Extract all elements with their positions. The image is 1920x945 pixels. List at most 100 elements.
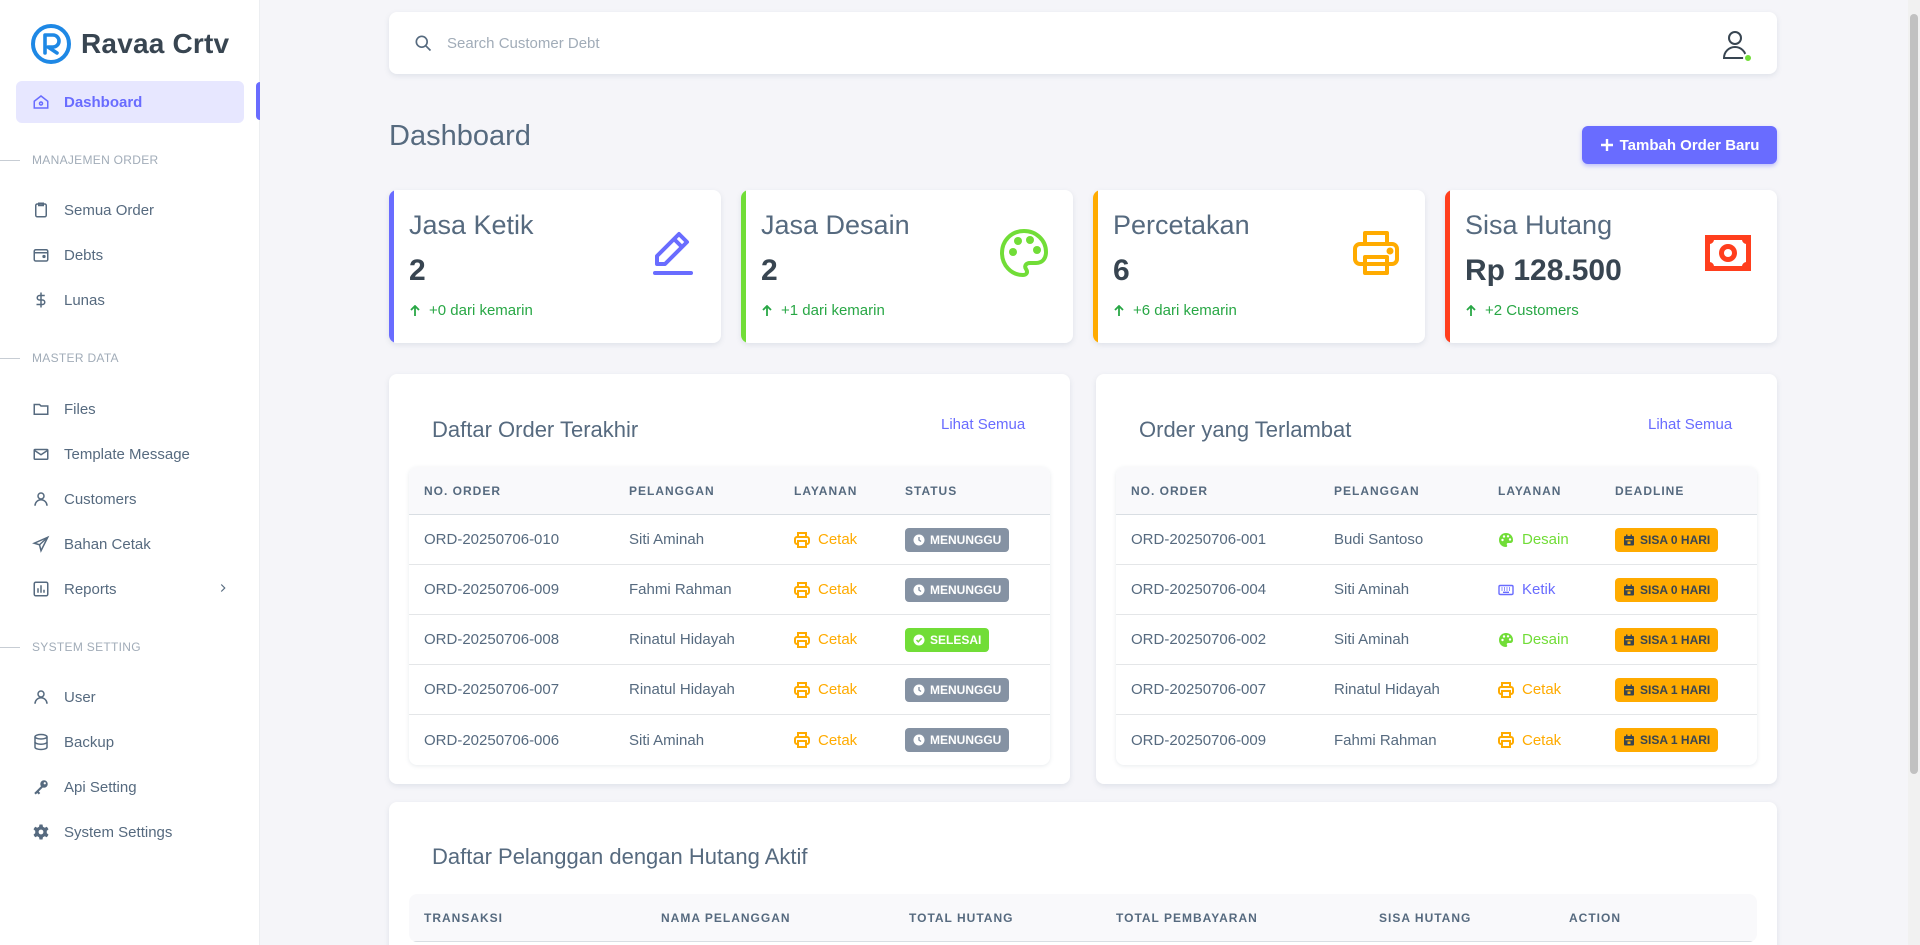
add-order-button[interactable]: Tambah Order Baru	[1582, 126, 1777, 164]
database-icon	[32, 733, 50, 751]
status-cell: MENUNGGU	[890, 728, 1050, 752]
sidebar-item-label: Lunas	[64, 291, 105, 309]
service-text: Cetak	[818, 581, 858, 598]
stat-change-text: +2 Customers	[1485, 302, 1579, 319]
sidebar-item-backup[interactable]: Backup	[16, 721, 244, 763]
stat-accent-bar	[1445, 190, 1450, 343]
search-input[interactable]	[447, 30, 1047, 56]
sidebar-item-label: Bahan Cetak	[64, 535, 151, 553]
arrow-up-icon	[762, 304, 772, 316]
status-badge: MENUNGGU	[905, 728, 1010, 752]
mail-icon	[32, 445, 50, 463]
stat-change: +0 dari kemarin	[409, 302, 533, 319]
sidebar: Ravaa Crtv Dashboard MANAJEMEN ORDER Sem…	[0, 0, 260, 945]
service-label: Cetak	[794, 581, 857, 598]
order-number: ORD-20250706-009	[424, 581, 560, 598]
recent-orders-panel: Daftar Order Terakhir Lihat Semua NO. OR…	[389, 374, 1070, 784]
column-header: LAYANAN	[794, 483, 858, 498]
status-badge: MENUNGGU	[905, 577, 1010, 602]
service-label: Desain	[1498, 631, 1569, 648]
late-orders-table: NO. ORDER PELANGGAN LAYANAN DEADLINE ORD…	[1116, 467, 1757, 765]
deadline-text: SISA 1 HARI	[1640, 682, 1711, 697]
arrow-up-icon	[1114, 304, 1124, 316]
stat-value: 2	[761, 254, 778, 287]
brand[interactable]: Ravaa Crtv	[31, 24, 229, 64]
sidebar-item-user[interactable]: User	[16, 676, 244, 718]
brand-name: Ravaa Crtv	[81, 28, 230, 59]
deadline-text: SISA 1 HARI	[1640, 733, 1711, 747]
palette-icon	[999, 228, 1049, 278]
check-circle-icon	[913, 634, 925, 645]
order-number: ORD-20250706-007	[424, 681, 560, 698]
online-status-dot	[1743, 53, 1753, 63]
table-row[interactable]: ORD-20250706-002 Siti Aminah Desain SISA 1 …	[1116, 615, 1757, 665]
table-row[interactable]: ORD-20250706-010 Siti Aminah Cetak MENUNGGU	[409, 515, 1050, 565]
table-header: NO. ORDER PELANGGAN LAYANAN DEADLINE	[1116, 467, 1757, 515]
order-number: ORD-20250706-009	[1131, 731, 1267, 749]
sidebar-item-files[interactable]: Files	[16, 388, 244, 430]
customer-name: Fahmi Rahman	[629, 581, 732, 598]
search-icon	[415, 35, 432, 52]
key-icon	[32, 778, 50, 796]
column-header: STATUS	[905, 483, 958, 498]
sidebar-item-customers[interactable]: Customers	[16, 478, 244, 520]
table-row[interactable]: ORD-20250706-009 Fahmi Rahman Cetak MENUNGG…	[409, 565, 1050, 615]
sidebar-item-system-settings[interactable]: System Settings	[16, 811, 244, 853]
printer-icon	[1498, 732, 1514, 748]
service-cell: Cetak	[779, 681, 890, 698]
sidebar-item-semua-order[interactable]: Semua Order	[16, 189, 244, 231]
stat-card-percetakan: Percetakan 6 +6 dari kemarin	[1093, 190, 1425, 343]
calendar-icon	[1624, 584, 1634, 595]
service-cell: Desain	[1483, 631, 1600, 648]
sidebar-item-debts[interactable]: Debts	[16, 234, 244, 276]
customer-name: Rinatul Hidayah	[629, 631, 735, 648]
sidebar-item-lunas[interactable]: Lunas	[16, 279, 244, 321]
stat-change: +2 Customers	[1465, 302, 1579, 319]
topbar	[389, 12, 1777, 74]
page-title: Dashboard	[389, 120, 531, 152]
sidebar-item-label: Customers	[64, 490, 137, 508]
home-icon	[32, 93, 50, 111]
see-all-recent-link[interactable]: Lihat Semua	[941, 416, 1025, 433]
brand-logo-icon	[31, 24, 71, 64]
page-scrollbar[interactable]	[1908, 0, 1920, 945]
stat-accent-bar	[1093, 190, 1098, 343]
section-header-master: MASTER DATA	[0, 348, 260, 368]
pencil-icon	[653, 232, 693, 275]
chevron-right-icon	[220, 584, 226, 592]
status-cell: MENUNGGU	[890, 677, 1050, 702]
status-badge: SELESAI	[905, 627, 990, 652]
sidebar-item-template-message[interactable]: Template Message	[16, 433, 244, 475]
status-cell: MENUNGGU	[890, 577, 1050, 602]
table-row[interactable]: ORD-20250706-006 Siti Aminah Cetak MENUNGGU	[409, 715, 1050, 765]
folder-icon	[32, 400, 50, 418]
deadline-cell: SISA 1 HARI	[1600, 728, 1757, 752]
see-all-late-link[interactable]: Lihat Semua	[1648, 416, 1732, 433]
table-row[interactable]: ORD-20250706-007 Rinatul Hidayah Cetak SISA…	[1116, 665, 1757, 715]
table-row[interactable]: ORD-20250706-009 Fahmi Rahman Cetak SISA 1 …	[1116, 715, 1757, 765]
panel-title: Daftar Order Terakhir	[432, 417, 639, 442]
order-number: ORD-20250706-006	[424, 731, 560, 749]
printer-icon	[1498, 681, 1514, 698]
sidebar-item-api-setting[interactable]: Api Setting	[16, 766, 244, 808]
service-text: Cetak	[818, 531, 858, 548]
table-row[interactable]: ORD-20250706-004 Siti Aminah Ketik SISA 0 H…	[1116, 565, 1757, 615]
service-cell: Cetak	[779, 732, 890, 749]
sidebar-item-bahan-cetak[interactable]: Bahan Cetak	[16, 523, 244, 565]
stat-title: Jasa Ketik	[409, 210, 534, 240]
customer-name: Budi Santoso	[1334, 531, 1424, 548]
scrollbar-thumb[interactable]	[1910, 14, 1918, 774]
table-row[interactable]: ORD-20250706-001 Budi Santoso Desain SISA 0…	[1116, 515, 1757, 565]
user-icon	[32, 490, 50, 508]
stat-change-text: +6 dari kemarin	[1133, 302, 1237, 319]
dollar-icon	[32, 291, 50, 309]
table-row[interactable]: ORD-20250706-007 Rinatul Hidayah Cetak MENU…	[409, 665, 1050, 715]
service-label: Cetak	[794, 681, 857, 698]
table-row[interactable]: ORD-20250706-008 Rinatul Hidayah Cetak SELE…	[409, 615, 1050, 665]
printer-icon	[794, 732, 810, 748]
status-text: MENUNGGU	[930, 733, 1002, 747]
sidebar-item-dashboard[interactable]: Dashboard	[16, 81, 244, 123]
deadline-cell: SISA 1 HARI	[1600, 677, 1757, 702]
column-header: NO. ORDER	[1131, 483, 1209, 498]
sidebar-item-reports[interactable]: Reports	[16, 568, 244, 610]
